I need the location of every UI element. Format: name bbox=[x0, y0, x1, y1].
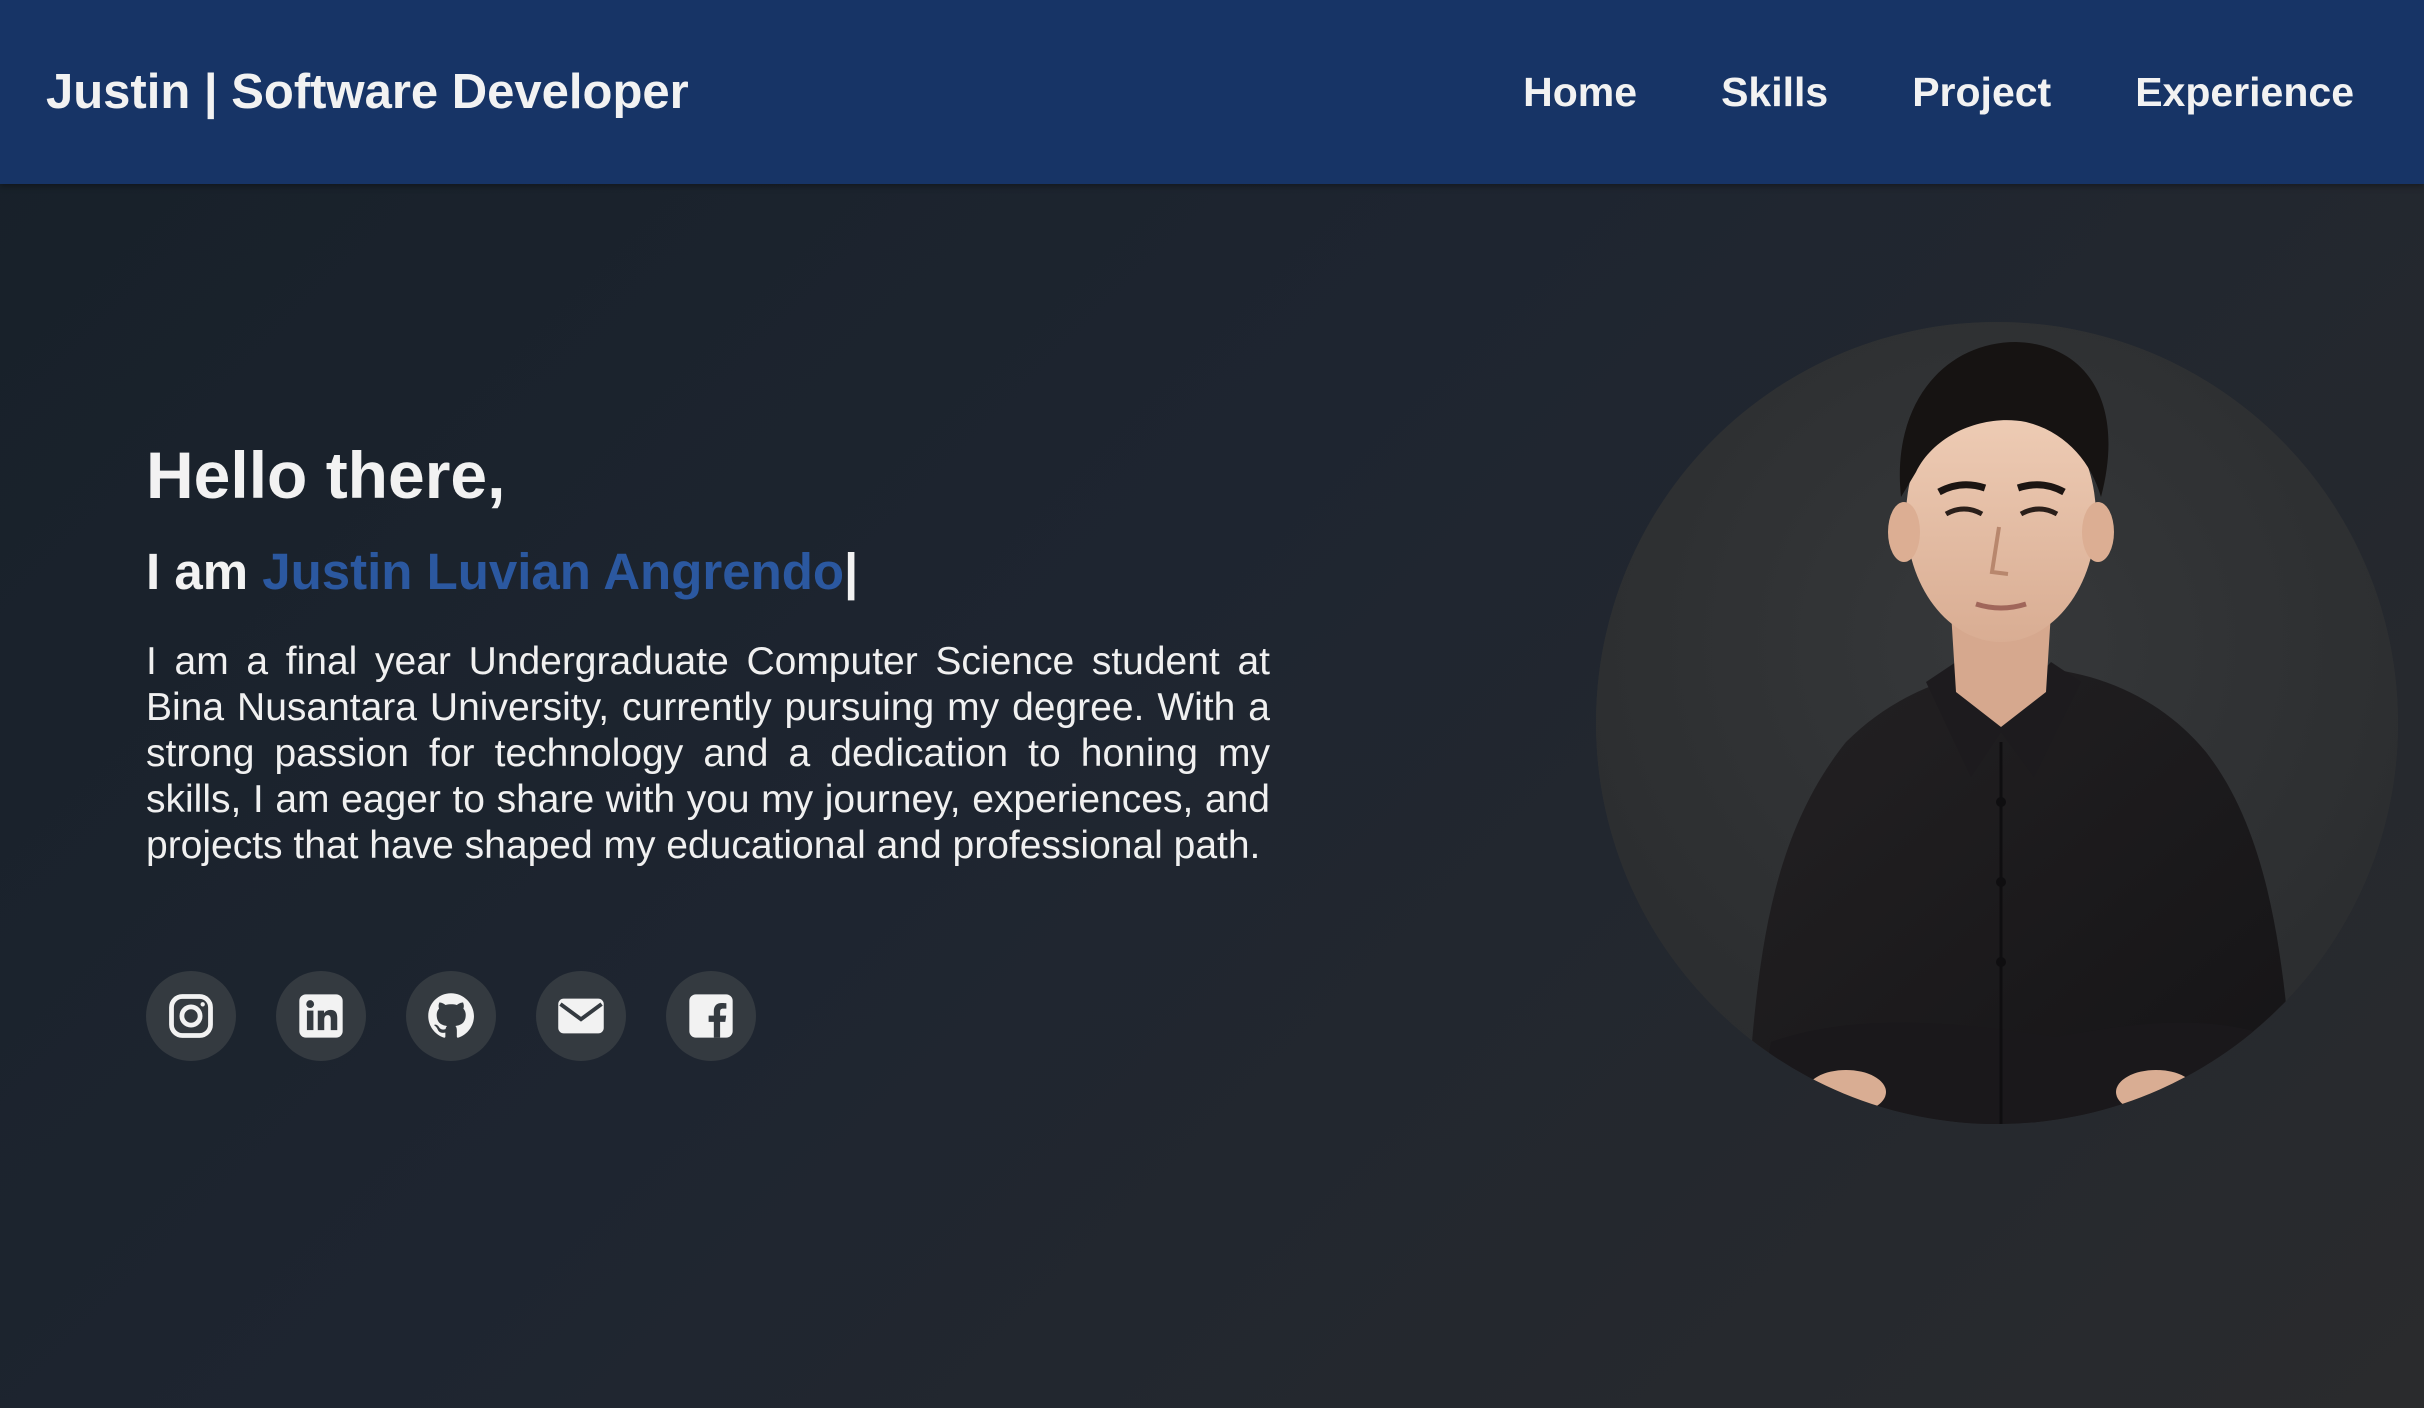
navbar: Justin | Software Developer Home Skills … bbox=[0, 0, 2424, 184]
linkedin-link[interactable] bbox=[276, 971, 366, 1061]
envelope-icon bbox=[558, 998, 604, 1034]
profile-photo bbox=[1596, 322, 2398, 1124]
intro-prefix: I am bbox=[146, 543, 263, 600]
hero-name: Justin Luvian Angrendo bbox=[262, 543, 845, 600]
nav-link-project[interactable]: Project bbox=[1912, 58, 2051, 126]
nav-link-home[interactable]: Home bbox=[1523, 58, 1637, 126]
nav-links: Home Skills Project Experience bbox=[1523, 58, 2354, 126]
facebook-icon bbox=[689, 994, 733, 1038]
github-icon bbox=[428, 993, 474, 1038]
hero-greeting: Hello there, bbox=[146, 438, 506, 512]
profile-portrait bbox=[1596, 322, 2398, 1124]
email-link[interactable] bbox=[536, 971, 626, 1061]
github-link[interactable] bbox=[406, 971, 496, 1061]
hero-intro: I am Justin Luvian Angrendo| bbox=[146, 529, 1270, 615]
instagram-link[interactable] bbox=[146, 971, 236, 1061]
hero-text: Hello there, I am Justin Luvian Angrendo… bbox=[146, 425, 1270, 869]
nav-link-skills[interactable]: Skills bbox=[1721, 58, 1828, 126]
social-links bbox=[146, 971, 756, 1061]
hero-bio: I am a final year Undergraduate Computer… bbox=[146, 640, 1270, 867]
brand-title[interactable]: Justin | Software Developer bbox=[46, 58, 689, 126]
linkedin-icon bbox=[299, 994, 343, 1038]
typing-cursor: | bbox=[844, 543, 859, 600]
nav-link-experience[interactable]: Experience bbox=[2135, 58, 2354, 126]
instagram-icon bbox=[169, 994, 213, 1038]
facebook-link[interactable] bbox=[666, 971, 756, 1061]
